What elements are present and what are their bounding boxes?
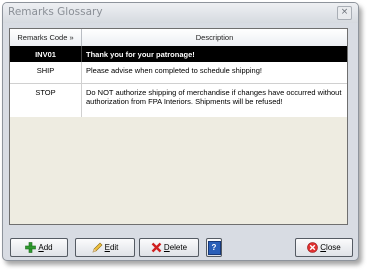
cell-remarks-code: SHIP <box>10 62 82 83</box>
cell-remarks-code: STOP <box>10 84 82 117</box>
edit-button[interactable]: Edit <box>75 238 135 257</box>
remarks-grid: Remarks Code » Description INV01 Thank y… <box>9 28 348 225</box>
add-rest: dd <box>43 243 53 252</box>
cell-remarks-code: INV01 <box>10 46 82 62</box>
table-row[interactable]: STOP Do NOT authorize shipping of mercha… <box>10 84 347 117</box>
cell-description: Please advise when completed to schedule… <box>86 66 262 75</box>
help-icon: ? <box>207 240 221 255</box>
plus-icon <box>25 242 37 253</box>
help-button[interactable]: ? <box>206 238 222 257</box>
title-bar[interactable]: Remarks Glossary × <box>3 3 358 23</box>
delete-button-label: Delete <box>164 243 187 252</box>
column-header-description[interactable]: Description <box>82 29 347 46</box>
cell-description: Do NOT authorize shipping of merchandise… <box>86 88 342 106</box>
column-header-remarks-code[interactable]: Remarks Code » <box>10 29 82 46</box>
delete-rest: elete <box>169 243 188 252</box>
add-button[interactable]: Add <box>10 238 68 257</box>
table-row[interactable]: INV01 Thank you for your patronage! <box>10 46 347 62</box>
delete-button[interactable]: Delete <box>139 238 199 257</box>
close-button-label: Close <box>320 243 340 252</box>
remarks-glossary-window: Remarks Glossary × Remarks Code » Descri… <box>2 2 359 261</box>
close-circle-icon <box>307 242 319 253</box>
close-button[interactable]: Close <box>295 238 353 257</box>
table-row[interactable]: SHIP Please advise when completed to sch… <box>10 62 347 84</box>
help-glyph: ? <box>211 243 217 252</box>
edit-button-label: Edit <box>105 243 119 252</box>
window-title: Remarks Glossary <box>8 6 103 18</box>
cell-description: Thank you for your patronage! <box>86 50 195 59</box>
pencil-icon <box>92 242 103 253</box>
window-close-button[interactable]: × <box>337 6 352 20</box>
delete-x-icon <box>151 242 162 253</box>
close-rest: lose <box>326 243 341 252</box>
grid-header: Remarks Code » Description <box>10 29 347 47</box>
add-button-label: Add <box>38 243 52 252</box>
edit-rest: dit <box>109 243 119 252</box>
